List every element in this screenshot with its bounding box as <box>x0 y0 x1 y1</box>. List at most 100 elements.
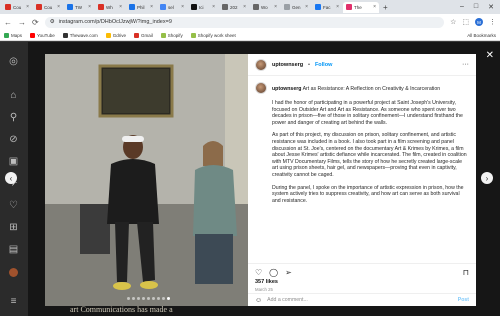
minimize-icon[interactable]: – <box>460 3 464 11</box>
close-window-icon[interactable]: ✕ <box>488 3 494 11</box>
carousel-dot <box>147 297 150 300</box>
tab-close-icon[interactable]: × <box>336 4 339 10</box>
all-bookmarks-button[interactable]: All Bookmarks <box>467 33 496 38</box>
tab-close-icon[interactable]: × <box>119 4 122 10</box>
bookmark-favicon-icon <box>133 32 139 38</box>
save-icon[interactable]: ⊓ <box>463 268 469 277</box>
tab-favicon-icon <box>36 4 42 10</box>
create-icon[interactable]: ⊞ <box>8 222 19 233</box>
tab-label: Wh <box>106 4 113 10</box>
notifications-icon[interactable]: ♡ <box>8 200 19 211</box>
user-avatar[interactable] <box>255 58 267 71</box>
username[interactable]: uptownserg <box>272 62 303 68</box>
previous-post-arrow[interactable]: ‹ <box>5 172 17 184</box>
bookmark-item[interactable]: Gmail <box>133 32 153 38</box>
more-icon[interactable]: ≡ <box>8 296 19 307</box>
emoji-icon[interactable]: ☺ <box>255 297 262 304</box>
tab-close-icon[interactable]: × <box>181 4 184 10</box>
carousel-dot <box>142 297 145 300</box>
profile-icon[interactable] <box>9 268 18 277</box>
browser-tab[interactable]: Fac × <box>312 2 342 13</box>
tab-favicon-icon <box>346 4 352 10</box>
tab-close-icon[interactable]: × <box>274 4 277 10</box>
carousel-dot <box>162 297 165 300</box>
more-options-icon[interactable]: ··· <box>462 61 469 68</box>
caption: uptownserg Art as Resistance: A Reflecti… <box>255 82 467 263</box>
browser-tab[interactable]: Cou × <box>33 2 63 13</box>
bookmark-favicon-icon <box>62 32 68 38</box>
post-photo <box>45 54 248 306</box>
instagram-logo-icon[interactable]: ◎ <box>8 56 19 67</box>
follow-button[interactable]: Follow <box>315 62 332 68</box>
bookmark-label: Maps <box>11 32 23 38</box>
tab-close-icon[interactable]: × <box>305 4 308 10</box>
browser-tab[interactable]: sel × <box>157 2 187 13</box>
bookmark-item[interactable]: Thewave.com <box>62 32 98 38</box>
tab-close-icon[interactable]: × <box>88 4 91 10</box>
site-info-icon[interactable]: ⚙ <box>50 19 55 25</box>
tab-favicon-icon <box>222 4 228 10</box>
carousel-dots <box>127 297 170 300</box>
tab-close-icon[interactable]: × <box>150 4 153 10</box>
share-icon[interactable]: ➢ <box>285 268 292 277</box>
caption-paragraph: As part of this project, my discussion o… <box>272 132 467 178</box>
tab-close-icon[interactable]: × <box>57 4 60 10</box>
bookmark-favicon-icon <box>190 32 196 38</box>
tab-favicon-icon <box>98 4 104 10</box>
back-icon[interactable]: ← <box>4 18 12 27</box>
like-icon[interactable]: ♡ <box>255 268 262 277</box>
comment-input[interactable]: Add a comment... <box>267 297 308 303</box>
bookmark-item[interactable]: Shopify <box>160 32 183 38</box>
caption-title: Art as Resistance: A Reflection on Creat… <box>302 86 441 92</box>
tab-close-icon[interactable]: × <box>212 4 215 10</box>
browser-tab[interactable]: TW × <box>64 2 94 13</box>
star-icon[interactable]: ☆ <box>450 18 456 26</box>
browser-tab[interactable]: Wo × <box>250 2 280 13</box>
browser-tab[interactable]: Cou × <box>2 2 32 13</box>
next-post-arrow[interactable]: › <box>481 172 493 184</box>
new-tab-icon[interactable]: + <box>383 3 388 12</box>
tab-close-icon[interactable]: × <box>373 4 376 10</box>
carousel-dot <box>137 297 140 300</box>
forward-icon[interactable]: → <box>18 18 26 27</box>
browser-tab[interactable]: Phil × <box>126 2 156 13</box>
bookmark-item[interactable]: Maps <box>4 32 23 38</box>
tab-close-icon[interactable]: × <box>26 4 29 10</box>
photo-background-text: art Communications has made a <box>70 305 173 314</box>
likes-count[interactable]: 357 likes <box>248 279 476 285</box>
profile-avatar[interactable]: M <box>475 18 483 26</box>
caption-paragraph: I had the honor of participating in a po… <box>272 100 463 126</box>
explore-icon[interactable]: ⊘ <box>8 134 19 145</box>
caption-username[interactable]: uptownserg <box>272 86 301 92</box>
tab-close-icon[interactable]: × <box>243 4 246 10</box>
address-bar[interactable]: ⚙ instagram.com/p/DHbOclJzwjW/?img_index… <box>44 16 445 28</box>
browser-tab[interactable]: Ici × <box>188 2 218 13</box>
maximize-icon[interactable]: □ <box>474 3 478 11</box>
bookmark-favicon-icon <box>160 32 166 38</box>
browser-tab[interactable]: Gen × <box>281 2 311 13</box>
reels-icon[interactable]: ▣ <box>8 156 19 167</box>
browser-tab[interactable]: The × <box>343 1 379 13</box>
post-comment-button[interactable]: Post <box>458 297 469 303</box>
menu-icon[interactable]: ⋮ <box>489 18 496 26</box>
comment-icon[interactable]: ◯ <box>269 268 278 277</box>
bookmark-label: Shopify work sheet <box>197 32 236 38</box>
carousel-dot <box>132 297 135 300</box>
search-icon[interactable]: ⚲ <box>8 112 19 123</box>
browser-tab[interactable]: Wh × <box>95 2 125 13</box>
home-icon[interactable]: ⌂ <box>8 90 19 101</box>
caption-avatar[interactable] <box>255 82 267 94</box>
reload-icon[interactable]: ⟳ <box>32 18 39 27</box>
bookmark-item[interactable]: YouTube <box>30 32 55 38</box>
close-icon[interactable]: ✕ <box>486 50 494 61</box>
tab-favicon-icon <box>5 4 11 10</box>
extensions-icon[interactable]: ⬚ <box>462 18 469 26</box>
bookmarks-bar: Maps YouTube Thewave.com Gdrive Gmail Shopify… <box>0 30 500 41</box>
carousel-dot <box>167 297 170 300</box>
bookmark-favicon-icon <box>4 32 9 38</box>
bookmark-item[interactable]: Shopify work sheet <box>190 32 236 38</box>
bookmark-item[interactable]: Gdrive <box>105 32 126 38</box>
dashboard-icon[interactable]: ▤ <box>8 244 19 255</box>
post-date: March 25 <box>255 287 273 292</box>
browser-tab[interactable]: 202 × <box>219 2 249 13</box>
